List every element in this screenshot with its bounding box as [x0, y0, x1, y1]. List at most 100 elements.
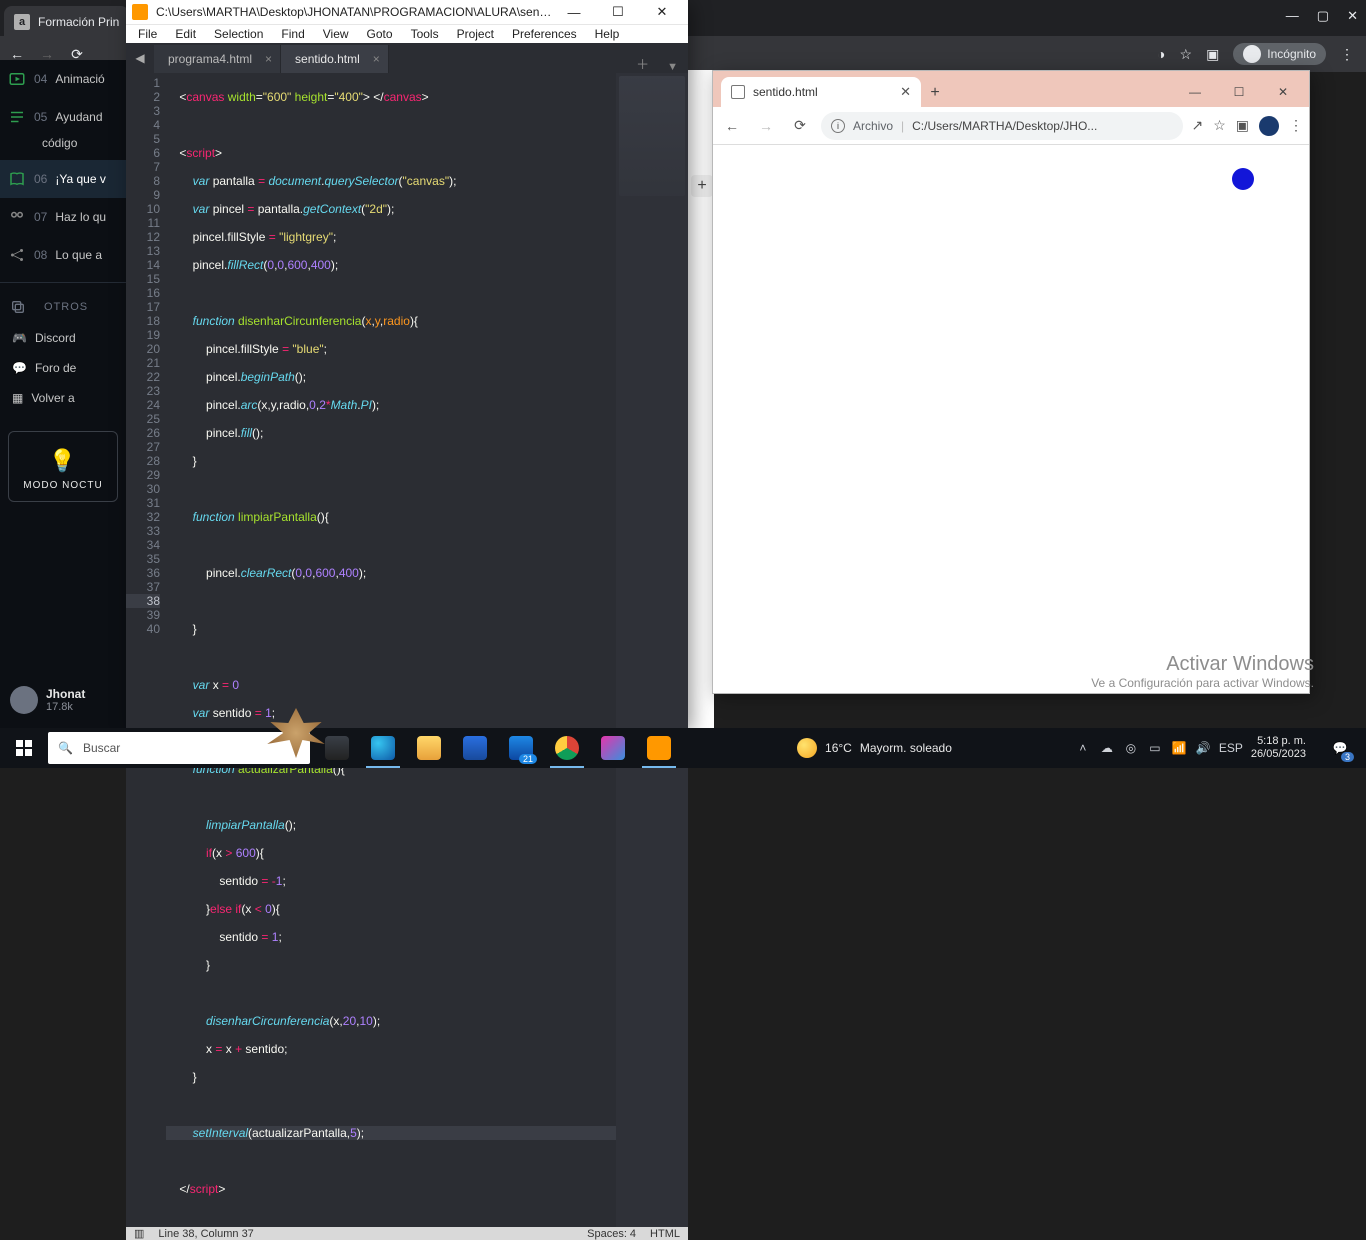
- taskbar-clock[interactable]: 5:18 p. m. 26/05/2023: [1243, 735, 1314, 761]
- app-vscode[interactable]: [590, 728, 636, 768]
- status-spaces[interactable]: Spaces: 4: [587, 1228, 636, 1240]
- chrome2-new-tab-button[interactable]: +: [921, 79, 949, 107]
- notification-center-button[interactable]: 💬 3: [1322, 728, 1358, 768]
- addr-scheme: Archivo: [853, 119, 893, 133]
- menu-goto[interactable]: Goto: [359, 25, 401, 43]
- app-chrome[interactable]: [544, 728, 590, 768]
- menu-edit[interactable]: Edit: [167, 25, 204, 43]
- chrome2-tab[interactable]: sentido.html ✕: [721, 77, 921, 107]
- tab-sentido[interactable]: sentido.html×: [281, 45, 389, 73]
- chrome2-maximize-button[interactable]: ☐: [1217, 77, 1261, 107]
- incognito-badge[interactable]: Incógnito: [1233, 43, 1326, 65]
- sidebar-item-06[interactable]: 06¡Ya que v: [0, 160, 126, 198]
- maximize-button[interactable]: ☐: [598, 0, 638, 24]
- chrome2-forward-icon[interactable]: →: [753, 118, 779, 134]
- watermark-title: Activar Windows: [1091, 653, 1314, 676]
- link-foro[interactable]: 💬Foro de: [0, 353, 126, 383]
- chrome2-back-icon[interactable]: ←: [719, 118, 745, 134]
- tray-battery-icon[interactable]: ▭: [1147, 741, 1163, 755]
- minimap[interactable]: [616, 73, 688, 1227]
- tray-volume-icon[interactable]: 🔊: [1195, 741, 1211, 755]
- link-label: Foro de: [35, 361, 76, 375]
- bg-close-icon[interactable]: ✕: [1347, 8, 1358, 24]
- status-line-col[interactable]: Line 38, Column 37: [158, 1228, 253, 1240]
- menu-preferences[interactable]: Preferences: [504, 25, 585, 43]
- menu-help[interactable]: Help: [587, 25, 628, 43]
- tab-close-icon[interactable]: ×: [373, 52, 380, 66]
- item-num: 05: [34, 110, 47, 124]
- tray-onedrive-icon[interactable]: ☁: [1099, 741, 1115, 755]
- code-content[interactable]: <canvas width="600" height="400"> </canv…: [166, 73, 616, 1227]
- chrome2-tab-close-icon[interactable]: ✕: [900, 84, 911, 100]
- link-discord[interactable]: 🎮Discord: [0, 323, 126, 353]
- sidebar-item-05[interactable]: 05Ayudand: [0, 98, 126, 136]
- taskbar-search[interactable]: 🔍 Buscar: [48, 732, 310, 764]
- status-lang[interactable]: HTML: [650, 1228, 680, 1240]
- dark-mode-button[interactable]: 💡MODO NOCTU: [8, 431, 118, 502]
- tray-wifi-icon[interactable]: 📶: [1171, 741, 1187, 755]
- tab-prev-icon[interactable]: ◀: [126, 43, 154, 73]
- sidebar-item-05b[interactable]: código: [0, 136, 126, 160]
- notification-badge: 3: [1341, 752, 1354, 762]
- bg-kebab-icon[interactable]: ⋮: [1340, 46, 1354, 63]
- sublime-titlebar[interactable]: C:\Users\MARTHA\Desktop\JHONATAN\PROGRAM…: [126, 0, 688, 24]
- minimize-button[interactable]: —: [554, 0, 594, 24]
- tray-lang[interactable]: ESP: [1219, 741, 1235, 755]
- menu-view[interactable]: View: [315, 25, 357, 43]
- bg-max-icon[interactable]: ▢: [1317, 8, 1329, 24]
- link-volver[interactable]: ▦Volver a: [0, 383, 126, 413]
- start-button[interactable]: [0, 728, 48, 768]
- editor-area[interactable]: 1234567891011121314151617181920212223242…: [126, 73, 688, 1227]
- sidebar-item-label: Lo que a: [55, 248, 102, 262]
- avatar: [10, 686, 38, 714]
- bg-panel-icon[interactable]: ▣: [1206, 46, 1219, 63]
- bg-eye-off-icon[interactable]: ◑: [1157, 46, 1165, 62]
- tray-chevron-up-icon[interactable]: ˄: [1075, 741, 1091, 755]
- side-panel-icon[interactable]: ▣: [1236, 117, 1249, 134]
- tab-new-icon[interactable]: ＋: [628, 54, 657, 73]
- share-icon[interactable]: ↗: [1191, 117, 1203, 134]
- tab-close-icon[interactable]: ×: [265, 52, 272, 66]
- chrome2-kebab-icon[interactable]: ⋮: [1289, 117, 1303, 134]
- tab-menu-icon[interactable]: ▼: [657, 61, 688, 73]
- app-edge[interactable]: [360, 728, 406, 768]
- status-panel-icon[interactable]: ▥: [134, 1227, 144, 1240]
- chrome2-close-button[interactable]: ✕: [1261, 77, 1305, 107]
- sidebar-item-07[interactable]: 07Haz lo qu: [0, 198, 126, 236]
- app-taskview[interactable]: [314, 728, 360, 768]
- chrome2-address-bar[interactable]: i Archivo | C:/Users/MARTHA/Desktop/JHO.…: [821, 112, 1183, 140]
- app-mail[interactable]: 21: [498, 728, 544, 768]
- menu-file[interactable]: File: [130, 25, 165, 43]
- close-button[interactable]: ✕: [642, 0, 682, 24]
- bg-chrome-window-controls: — ▢ ✕: [1286, 8, 1358, 24]
- menu-find[interactable]: Find: [273, 25, 312, 43]
- bg-min-icon[interactable]: —: [1286, 8, 1299, 24]
- item-num: 06: [34, 172, 47, 186]
- sidebar-item-04[interactable]: 04Animació: [0, 60, 126, 98]
- bg-star-icon[interactable]: ☆: [1180, 46, 1193, 63]
- chrome2-minimize-button[interactable]: —: [1173, 77, 1217, 107]
- tray-meet-icon[interactable]: ◎: [1123, 741, 1139, 755]
- sidebar-item-08[interactable]: 08Lo que a: [0, 236, 126, 274]
- system-tray: ˄ ☁ ◎ ▭ 📶 🔊 ESP 5:18 p. m. 26/05/2023 💬 …: [1067, 728, 1366, 768]
- chrome2-tabstrip: sentido.html ✕ + — ☐ ✕: [713, 71, 1309, 107]
- mail-icon: 21: [509, 736, 533, 760]
- app-explorer[interactable]: [406, 728, 452, 768]
- star-icon[interactable]: ☆: [1213, 117, 1226, 134]
- menu-selection[interactable]: Selection: [206, 25, 271, 43]
- profile-avatar-icon[interactable]: [1259, 116, 1279, 136]
- bg-chrome-tab[interactable]: a Formación Prin: [4, 6, 129, 38]
- vertical-new-tab-button[interactable]: +: [691, 175, 713, 197]
- minimap-viewport[interactable]: [619, 76, 685, 196]
- app-store[interactable]: [452, 728, 498, 768]
- user-badge[interactable]: Jhonat17.8k: [0, 676, 95, 724]
- chrome2-reload-icon[interactable]: ⟳: [787, 117, 813, 134]
- code-icon: [601, 736, 625, 760]
- menu-tools[interactable]: Tools: [403, 25, 447, 43]
- app-sublime[interactable]: [636, 728, 682, 768]
- chrome-sentido-window: sentido.html ✕ + — ☐ ✕ ← → ⟳ i Archivo |…: [712, 70, 1310, 694]
- tab-programa4[interactable]: programa4.html×: [154, 45, 281, 73]
- info-icon[interactable]: i: [831, 119, 845, 133]
- taskbar-weather[interactable]: 16°C Mayorm. soleado: [785, 738, 964, 758]
- menu-project[interactable]: Project: [449, 25, 502, 43]
